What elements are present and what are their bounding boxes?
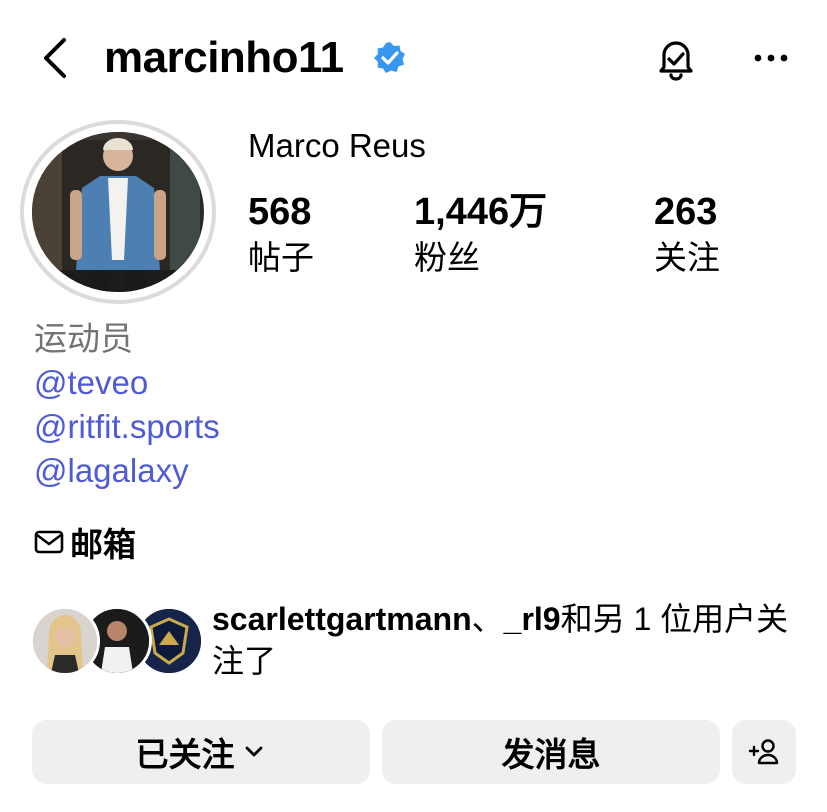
following-button[interactable]: 已关注	[32, 720, 370, 784]
following-button-label: 已关注	[135, 736, 235, 773]
follower-separator: 、	[471, 601, 504, 637]
follower-name-1[interactable]: scarlettgartmann	[212, 601, 472, 637]
posts-label: 帖子	[248, 239, 314, 276]
following-label: 关注	[654, 239, 720, 276]
following-count: 263	[654, 191, 718, 233]
followed-by-avatars[interactable]	[30, 606, 230, 676]
bio-link-teveo[interactable]: @teveo	[34, 362, 148, 404]
profile-username: marcinho11	[104, 33, 344, 82]
message-button-label: 发消息	[501, 736, 601, 773]
posts-stat[interactable]: 568 帖子	[248, 188, 314, 278]
more-options-button[interactable]	[750, 40, 792, 76]
follower-name-2[interactable]: _rl9	[504, 601, 561, 637]
following-stat[interactable]: 263 关注	[654, 188, 720, 278]
profile-avatar[interactable]	[20, 120, 216, 304]
mail-icon	[34, 530, 64, 554]
followers-stat[interactable]: 1,446万 粉丝	[414, 188, 547, 278]
verified-badge-icon	[372, 40, 408, 76]
chevron-down-icon	[245, 746, 262, 757]
add-person-icon	[748, 739, 779, 765]
notification-bell-icon	[659, 41, 693, 81]
followed-by-text[interactable]: scarlettgartmann、_rl9和另 1 位用户关注了	[212, 598, 802, 682]
back-button[interactable]	[36, 30, 76, 86]
notification-bell-button[interactable]	[652, 34, 700, 82]
bio-link-lagalaxy[interactable]: @lagalaxy	[34, 450, 189, 492]
follower-avatar-scarlettgartmann	[30, 606, 100, 676]
message-button[interactable]: 发消息	[382, 720, 720, 784]
email-label: 邮箱	[70, 526, 136, 563]
back-icon	[44, 38, 66, 78]
display-name: Marco Reus	[248, 127, 426, 164]
followers-label: 粉丝	[414, 239, 480, 276]
posts-count: 568	[248, 191, 312, 233]
email-contact-button[interactable]: 邮箱	[34, 520, 136, 564]
profile-category: 运动员	[34, 320, 133, 357]
bio-link-ritfit[interactable]: @ritfit.sports	[34, 406, 220, 448]
followers-count: 1,446万	[414, 191, 548, 233]
more-options-icon	[754, 54, 788, 62]
suggest-users-button[interactable]	[732, 720, 796, 784]
